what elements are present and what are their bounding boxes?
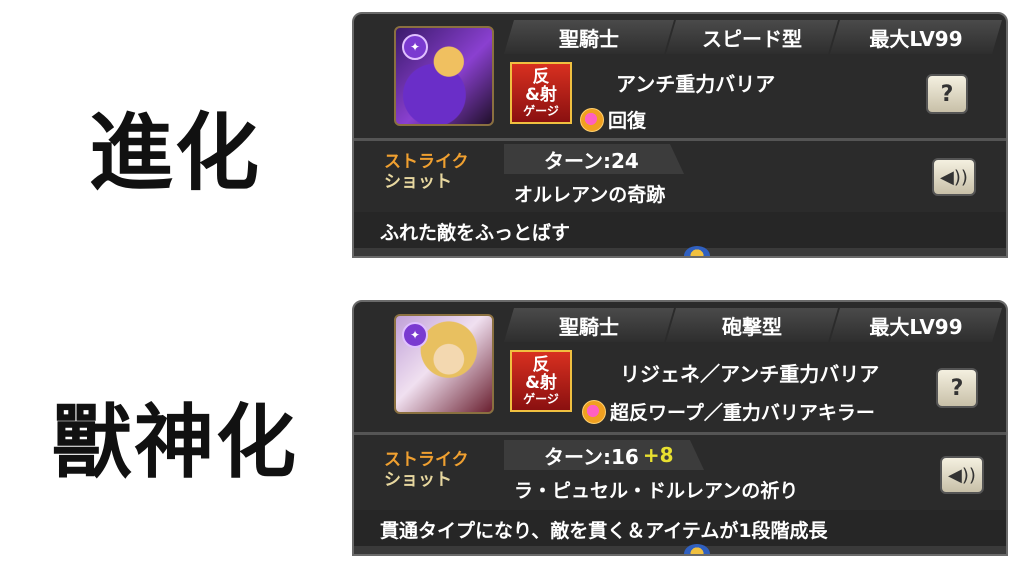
turn-count: ターン:24 [504, 144, 684, 174]
strike-shot-label-2: ショット [384, 470, 452, 490]
voice-button[interactable]: ◀)) [932, 158, 976, 196]
section-divider [354, 138, 1006, 141]
type-tag: スピード型 [666, 20, 838, 54]
description: ふれた敵をふっとばす [354, 212, 1006, 250]
gauge-ability: 回復 [580, 106, 646, 133]
gauge-text-2: &射 [525, 85, 557, 105]
turn-plus: +8 [642, 443, 674, 467]
gauge-ability: 超反ワープ／重力バリアキラー [582, 398, 875, 425]
beast-god-label: 獸神化 [52, 396, 298, 489]
type-tag: 砲撃型 [666, 308, 838, 342]
strike-shot-name: オルレアンの奇跡 [514, 184, 666, 206]
description: 貫通タイプになり、敵を貫く＆アイテムが1段階成長 [354, 510, 1006, 548]
dark-element-icon: ✦ [402, 34, 428, 60]
max-level-tag: 最大LV99 [830, 20, 1002, 54]
speaker-icon: ◀)) [948, 464, 976, 486]
gauge-orb-icon [582, 399, 606, 424]
race-tag: 聖騎士 [504, 308, 674, 342]
section-divider [354, 432, 1006, 435]
question-icon: ? [950, 375, 964, 401]
ability-text: アンチ重力バリア [616, 72, 776, 96]
bottom-strip [354, 248, 1006, 256]
gauge-text-1: 反 [532, 355, 550, 375]
character-avatar[interactable]: ✦ [394, 26, 494, 126]
bottom-strip [354, 546, 1006, 554]
gauge-orb-icon [580, 107, 604, 132]
gauge-badge: 反 &射 ゲージ [510, 62, 572, 124]
turn-count: ターン:16 +8 [504, 440, 704, 470]
evolution-label: 進化 [88, 104, 261, 202]
voice-button[interactable]: ◀)) [940, 456, 984, 494]
turn-text: ターン:16 [544, 444, 639, 469]
character-card-evolution: 聖騎士 スピード型 最大LV99 ✦ 反 &射 ゲージ アンチ重力バリア 回復 … [352, 12, 1008, 258]
strike-shot-name: ラ・ピュセル・ドルレアンの祈り [514, 480, 799, 502]
character-card-beast-god: 聖騎士 砲撃型 最大LV99 ✦ 反 &射 ゲージ リジェネ／アンチ重力バリア … [352, 300, 1008, 556]
card-header: 聖騎士 砲撃型 最大LV99 [504, 308, 998, 342]
gauge-text-1: 反 [532, 67, 550, 87]
dark-element-icon: ✦ [402, 322, 428, 348]
gauge-text-3: ゲージ [523, 104, 559, 118]
race-tag: 聖騎士 [504, 20, 674, 54]
gauge-text-2: &射 [525, 373, 557, 393]
help-button[interactable]: ? [936, 368, 978, 408]
speaker-icon: ◀)) [940, 166, 968, 188]
ability-text: リジェネ／アンチ重力バリア [620, 362, 880, 386]
strike-shot-label-2: ショット [384, 172, 452, 192]
strike-shot-label-1: ストライク [384, 450, 469, 470]
card-header: 聖騎士 スピード型 最大LV99 [504, 20, 998, 54]
strike-shot-label: ストライク ショット [384, 152, 484, 192]
strike-shot-label: ストライク ショット [384, 450, 484, 490]
gauge-text-3: ゲージ [523, 392, 559, 406]
max-level-tag: 最大LV99 [830, 308, 1002, 342]
help-button[interactable]: ? [926, 74, 968, 114]
character-avatar[interactable]: ✦ [394, 314, 494, 414]
turn-text: ターン:24 [544, 148, 639, 173]
question-icon: ? [940, 81, 954, 107]
gauge-ability-text: 回復 [608, 110, 647, 132]
strike-shot-label-1: ストライク [384, 152, 469, 172]
gauge-badge: 反 &射 ゲージ [510, 350, 572, 412]
gauge-ability-text: 超反ワープ／重力バリアキラー [610, 402, 875, 424]
